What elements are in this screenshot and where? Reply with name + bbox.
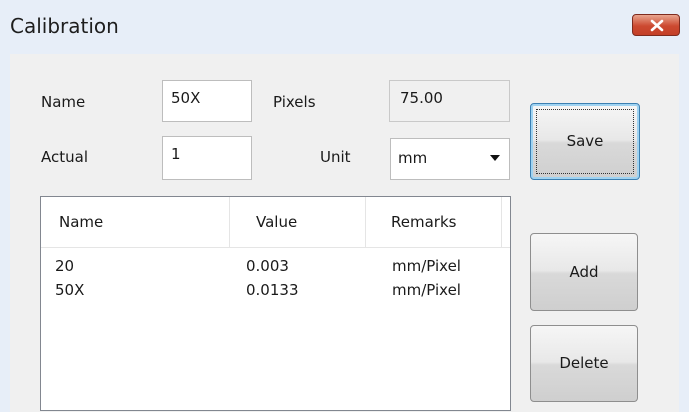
calibration-list[interactable]: Name Value Remarks 20 0.003 mm/Pixel 50X… [40, 196, 511, 411]
unit-label: Unit [320, 148, 351, 166]
actual-field[interactable]: 1 [162, 136, 252, 180]
row-name-cell: 20 [55, 257, 75, 275]
window-border-left [0, 54, 10, 412]
actual-label: Actual [41, 148, 88, 166]
delete-button[interactable]: Delete [530, 325, 638, 402]
close-button[interactable] [632, 14, 680, 36]
column-header-remarks[interactable]: Remarks [391, 213, 456, 231]
row-name-cell: 50X [55, 281, 85, 299]
column-divider[interactable] [229, 197, 230, 247]
pixels-value-field: 75.00 [389, 80, 510, 122]
dialog-body: Name 50X Pixels 75.00 Actual 1 Unit mm S… [10, 54, 679, 412]
row-value-cell: 0.003 [246, 257, 289, 275]
name-label: Name [41, 93, 86, 111]
delete-button-label: Delete [559, 354, 609, 372]
close-x-icon [650, 19, 664, 32]
column-divider[interactable] [501, 197, 502, 247]
row-remarks-cell: mm/Pixel [392, 257, 461, 275]
unit-select-value: mm [398, 149, 428, 167]
name-field[interactable]: 50X [162, 80, 252, 122]
list-header: Name Value Remarks [41, 197, 510, 248]
column-header-value[interactable]: Value [256, 213, 297, 231]
chevron-down-icon[interactable] [490, 155, 500, 161]
add-button-label: Add [569, 263, 599, 281]
save-button-label: Save [566, 132, 604, 150]
column-header-name[interactable]: Name [59, 213, 103, 231]
title-bar[interactable]: Calibration [0, 0, 689, 54]
pixels-label: Pixels [273, 93, 316, 111]
save-button[interactable]: Save [530, 103, 640, 180]
column-divider[interactable] [365, 197, 366, 247]
row-remarks-cell: mm/Pixel [392, 281, 461, 299]
add-button[interactable]: Add [530, 233, 638, 311]
unit-select[interactable]: mm [390, 138, 510, 180]
window-title: Calibration [10, 14, 119, 38]
calibration-dialog: Calibration Name 50X Pixels 75.00 Actual… [0, 0, 689, 412]
row-value-cell: 0.0133 [246, 281, 299, 299]
window-border-right [679, 54, 689, 412]
